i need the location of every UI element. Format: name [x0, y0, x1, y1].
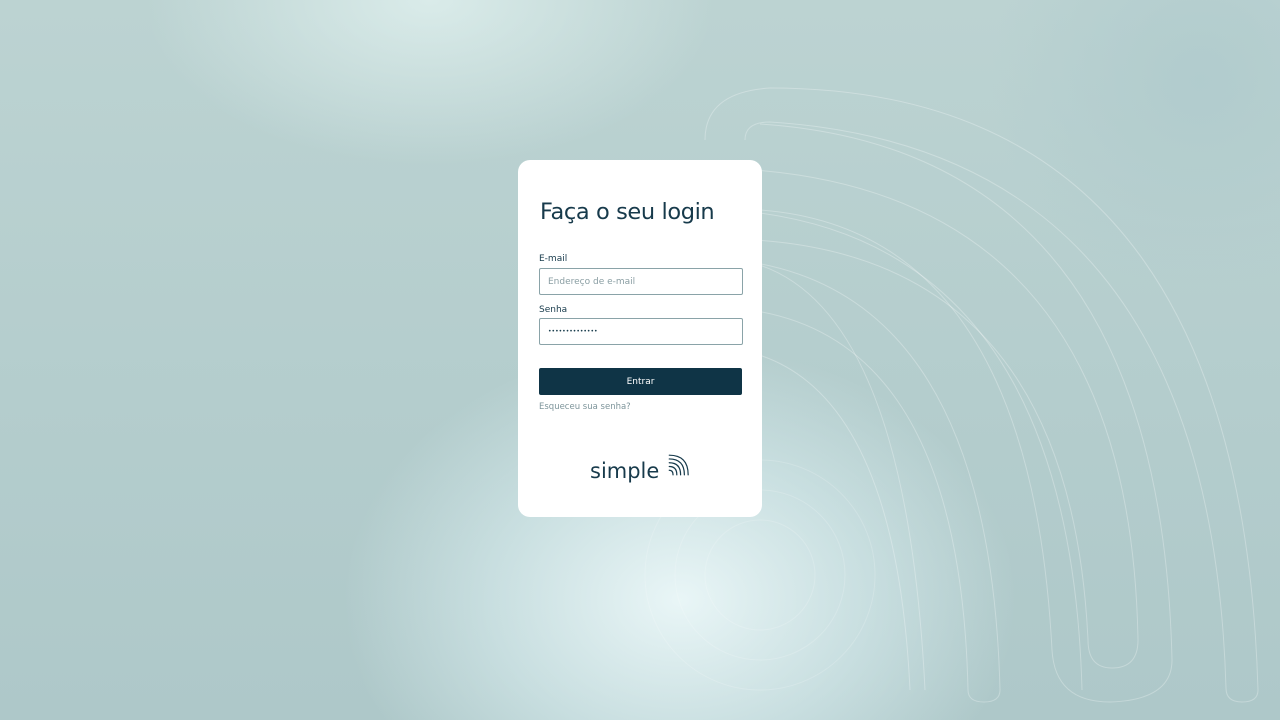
email-label: E-mail — [539, 254, 568, 264]
password-input[interactable] — [539, 318, 743, 345]
email-input[interactable] — [539, 268, 743, 295]
login-card: Faça o seu login E-mail Senha Entrar Esq… — [518, 160, 762, 517]
login-button[interactable]: Entrar — [539, 368, 742, 395]
login-title: Faça o seu login — [540, 199, 715, 225]
signal-waves-icon — [668, 454, 690, 476]
password-label: Senha — [539, 305, 568, 315]
brand-logo: simple — [590, 446, 690, 488]
logo-text: simple — [590, 459, 660, 483]
forgot-password-link[interactable]: Esqueceu sua senha? — [539, 402, 631, 412]
